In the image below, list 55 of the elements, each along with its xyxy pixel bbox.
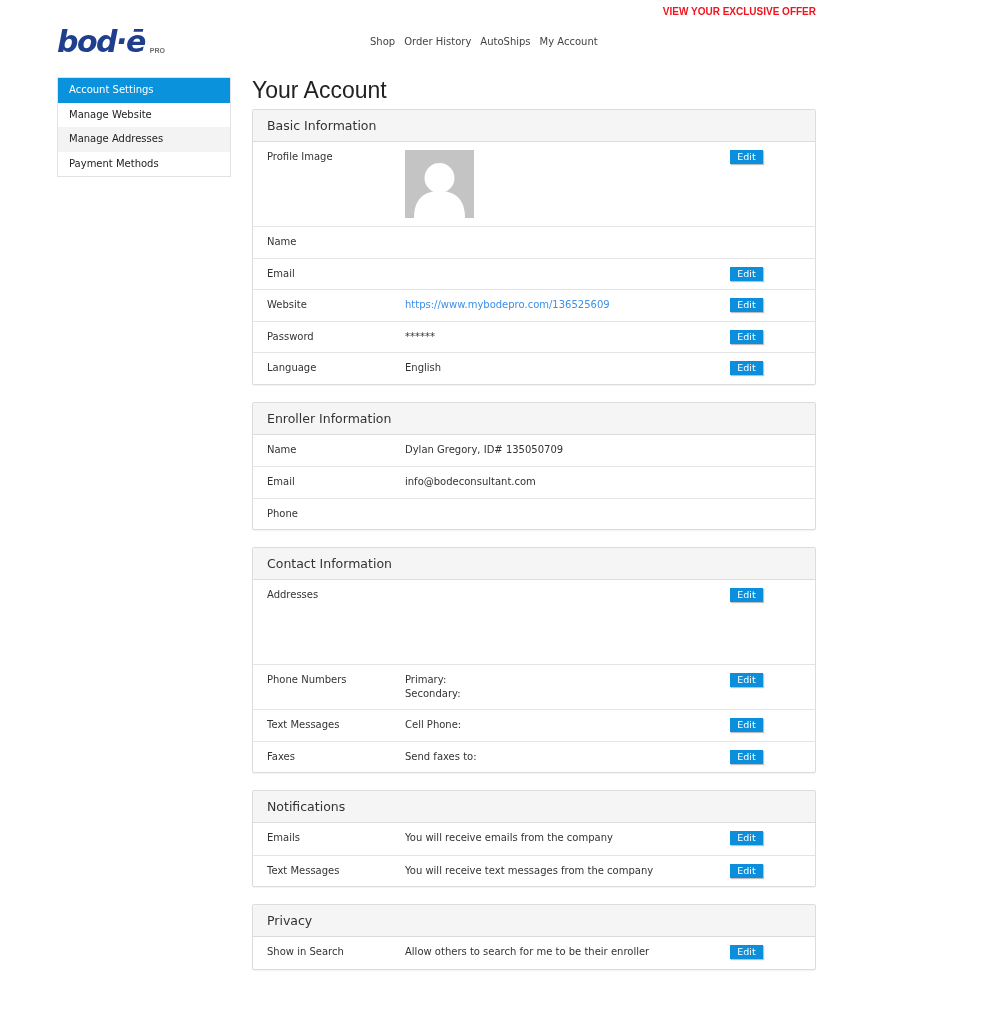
edit-button[interactable]: Edit [730,298,763,312]
nav-link[interactable]: My Account [539,34,598,49]
field-label: Name [267,442,297,457]
field-value: Cell Phone: [405,718,462,732]
edit-button[interactable]: Edit [730,150,763,164]
field-label: Website [267,298,307,312]
field-value: You will receive emails from the company [405,831,613,845]
sidebar-item[interactable]: Account Settings [58,78,230,103]
field-value: Allow others to search for me to be their enroller [405,945,650,959]
edit-button[interactable]: Edit [730,945,763,959]
edit-button[interactable]: Edit [730,673,763,687]
field-label: Email [267,475,295,489]
exclusive-offer-link[interactable]: VIEW YOUR EXCLUSIVE OFFER [662,6,816,22]
field-label: Text Messages [267,863,340,878]
field-value: English [405,361,442,375]
nav-link[interactable]: Order History [404,34,472,49]
field-label: Faxes [267,749,295,764]
field-label: Name [267,235,297,249]
field-label: Addresses [267,588,319,602]
nav-link[interactable]: Shop [370,34,396,49]
field-value: ****** [405,329,435,344]
section-header: Enroller Information [253,402,815,435]
field-label: Password [267,329,314,344]
edit-button[interactable]: Edit [730,329,763,344]
sidebar-item[interactable]: Manage Addresses [58,127,230,152]
field-label: Language [267,361,317,375]
field-value: Secondary: [405,687,461,701]
section-header: Privacy [253,905,815,937]
website-link[interactable]: https://www.mybodepro.com/136525609 [405,298,610,312]
field-value: info@bodeconsultant.com [405,475,536,489]
field-label: Emails [267,831,300,845]
edit-button[interactable]: Edit [730,831,763,845]
field-value: You will receive text messages from the company [405,863,654,878]
logo-wordmark[interactable]: bod·ē [57,26,148,57]
field-label: Phone [267,506,298,521]
field-label: Text Messages [267,718,340,732]
edit-button[interactable]: Edit [730,749,763,764]
field-value: Primary: [405,673,447,687]
edit-button[interactable]: Edit [730,718,763,732]
section-header: Notifications [253,791,815,823]
section-header: Basic Information [253,110,815,142]
field-value: Dylan Gregory, ID# 135050709 [405,442,564,457]
nav-link[interactable]: AutoShips [480,34,531,49]
avatar-placeholder-icon [405,150,474,218]
section-header: Contact Information [253,548,815,580]
field-label: Profile Image [267,150,333,164]
edit-button[interactable]: Edit [730,266,763,281]
field-label: Show in Search [267,945,344,959]
edit-button[interactable]: Edit [730,588,763,602]
field-label: Email [267,266,295,281]
edit-button[interactable]: Edit [730,863,763,878]
page-title: Your Account [252,77,388,103]
edit-button[interactable]: Edit [730,361,763,375]
field-value: Send faxes to: [405,749,477,764]
field-label: Phone Numbers [267,673,347,687]
